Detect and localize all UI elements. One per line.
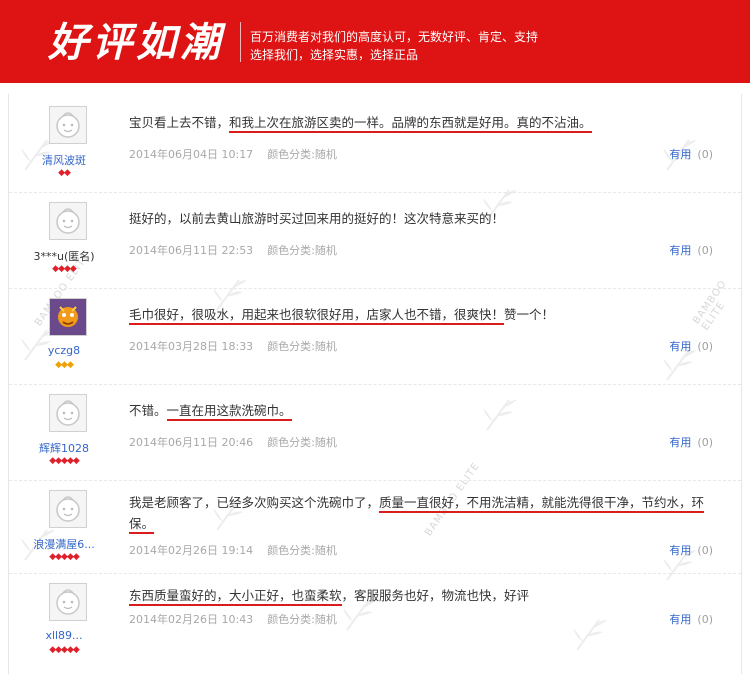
- review-text-segment: 不错。: [129, 403, 167, 418]
- review-separator: [9, 480, 741, 481]
- useful-vote: 有用 (0): [669, 611, 713, 627]
- useful-count: (0): [697, 613, 713, 626]
- review-date: 2014年06月04日 10:17: [129, 148, 254, 161]
- avatar[interactable]: [49, 394, 87, 432]
- useful-vote: 有用 (0): [669, 146, 713, 162]
- review-separator: [9, 288, 741, 289]
- avatar[interactable]: [49, 202, 87, 240]
- highlighted-text: 和我上次在旅游区卖的一样。品牌的东西就是好用。真的不沾油。: [229, 115, 592, 133]
- highlighted-text: 东西质量蛮好的，大小正好，也蛮柔软: [129, 588, 342, 606]
- useful-count: (0): [697, 148, 713, 161]
- review-meta: 2014年02月26日 10:43 颜色分类:随机: [129, 611, 337, 627]
- color-category: 颜色分类:随机: [267, 148, 337, 161]
- review-text: 毛巾很好，很吸水，用起来也很软很好用，店家人也不错，很爽快！赞一个！: [129, 304, 719, 325]
- avatar[interactable]: [49, 490, 87, 528]
- review-meta: 2014年06月04日 10:17 颜色分类:随机: [129, 146, 337, 162]
- avatar[interactable]: [49, 298, 87, 336]
- useful-button[interactable]: 有用: [669, 613, 691, 626]
- color-category: 颜色分类:随机: [267, 613, 337, 626]
- username[interactable]: 辉辉1028: [9, 440, 119, 456]
- review-meta: 2014年02月26日 19:14 颜色分类:随机: [129, 542, 337, 558]
- buyer-rank-badge: ◆◆◆◆◆: [9, 552, 119, 562]
- username[interactable]: yczg8: [9, 344, 119, 357]
- buyer-rank-badge: ◆◆◆◆◆: [9, 645, 119, 655]
- useful-vote: 有用 (0): [669, 338, 713, 354]
- color-category: 颜色分类:随机: [267, 436, 337, 449]
- color-category: 颜色分类:随机: [267, 244, 337, 257]
- review-text-segment: 挺好的，以前去黄山旅游时买过回来用的挺好的！这次特意来买的！: [129, 211, 505, 226]
- review-date: 2014年02月26日 10:43: [129, 613, 254, 626]
- useful-button[interactable]: 有用: [669, 244, 691, 257]
- red-diamond-icon: ◆: [72, 456, 80, 466]
- review-separator: [9, 192, 741, 193]
- highlighted-text: 毛巾很好，很吸水，用起来也很软很好用，店家人也不错，很爽快！: [129, 307, 505, 325]
- review-text-segment: 宝贝看上去不错，: [129, 115, 230, 130]
- useful-count: (0): [697, 544, 713, 557]
- review-date: 2014年02月26日 19:14: [129, 544, 254, 557]
- review-text: 不错。一直在用这款洗碗巾。: [129, 400, 719, 421]
- review-separator: [9, 573, 741, 574]
- review-date: 2014年06月11日 20:46: [129, 436, 254, 449]
- username[interactable]: 清风波斑: [9, 152, 119, 168]
- red-diamond-icon: ◆: [69, 264, 77, 274]
- review-meta: 2014年06月11日 20:46 颜色分类:随机: [129, 434, 337, 450]
- useful-vote: 有用 (0): [669, 242, 713, 258]
- buyer-rank-badge: ◆◆◆: [9, 360, 119, 370]
- review-list: BAMBOO ELITE BAMBOO ELITE BAMBOO ELITE 清…: [8, 94, 742, 674]
- header-subtitle-line1: 百万消费者对我们的高度认可，无数好评、肯定、支持: [250, 30, 539, 44]
- useful-button[interactable]: 有用: [669, 148, 691, 161]
- username[interactable]: xll89...: [9, 629, 119, 642]
- review-text-segment: 赞一个！: [504, 307, 555, 322]
- review-meta: 2014年03月28日 18:33 颜色分类:随机: [129, 338, 337, 354]
- red-diamond-icon: ◆: [64, 168, 71, 178]
- header-subtitle-line2: 选择我们，选择实惠，选择正品: [250, 48, 419, 62]
- review-text: 宝贝看上去不错，和我上次在旅游区卖的一样。品牌的东西就是好用。真的不沾油。: [129, 112, 719, 133]
- header-divider: [240, 22, 241, 62]
- review-text: 东西质量蛮好的，大小正好，也蛮柔软，客服服务也好，物流也快，好评: [129, 585, 719, 606]
- useful-vote: 有用 (0): [669, 434, 713, 450]
- username[interactable]: 浪漫满屋6...: [9, 536, 119, 552]
- review-date: 2014年06月11日 22:53: [129, 244, 254, 257]
- review-text: 挺好的，以前去黄山旅游时买过回来用的挺好的！这次特意来买的！: [129, 208, 719, 229]
- gold-crown-icon: ◆: [66, 360, 74, 370]
- useful-count: (0): [697, 436, 713, 449]
- header-banner: 好评如潮 百万消费者对我们的高度认可，无数好评、肯定、支持 选择我们，选择实惠，…: [0, 0, 750, 83]
- review-separator: [9, 384, 741, 385]
- red-diamond-icon: ◆: [72, 645, 80, 655]
- useful-button[interactable]: 有用: [669, 436, 691, 449]
- color-category: 颜色分类:随机: [267, 340, 337, 353]
- useful-count: (0): [697, 340, 713, 353]
- username: 3***u(匿名): [33, 250, 95, 263]
- review-text-segment: ，客服服务也好，物流也快，好评: [341, 588, 530, 603]
- useful-count: (0): [697, 244, 713, 257]
- buyer-rank-badge: ◆◆◆◆◆: [9, 456, 119, 466]
- review-text: 我是老顾客了，已经多次购买这个洗碗巾了，质量一直很好，不用洗洁精，就能洗得很干净…: [129, 492, 719, 534]
- review-text-segment: 我是老顾客了，已经多次购买这个洗碗巾了，: [129, 495, 380, 510]
- avatar[interactable]: [49, 106, 87, 144]
- highlighted-text: 一直在用这款洗碗巾。: [166, 403, 292, 421]
- review-meta: 2014年06月11日 22:53 颜色分类:随机: [129, 242, 337, 258]
- buyer-rank-badge: ◆◆: [9, 168, 119, 178]
- color-category: 颜色分类:随机: [267, 544, 337, 557]
- useful-button[interactable]: 有用: [669, 340, 691, 353]
- red-diamond-icon: ◆: [72, 552, 80, 562]
- useful-vote: 有用 (0): [669, 542, 713, 558]
- useful-button[interactable]: 有用: [669, 544, 691, 557]
- buyer-rank-badge: ◆◆◆◆: [9, 264, 119, 274]
- bamboo-decoration: [573, 619, 607, 651]
- avatar[interactable]: [49, 583, 87, 621]
- page-title: 好评如潮: [48, 19, 224, 66]
- review-date: 2014年03月28日 18:33: [129, 340, 254, 353]
